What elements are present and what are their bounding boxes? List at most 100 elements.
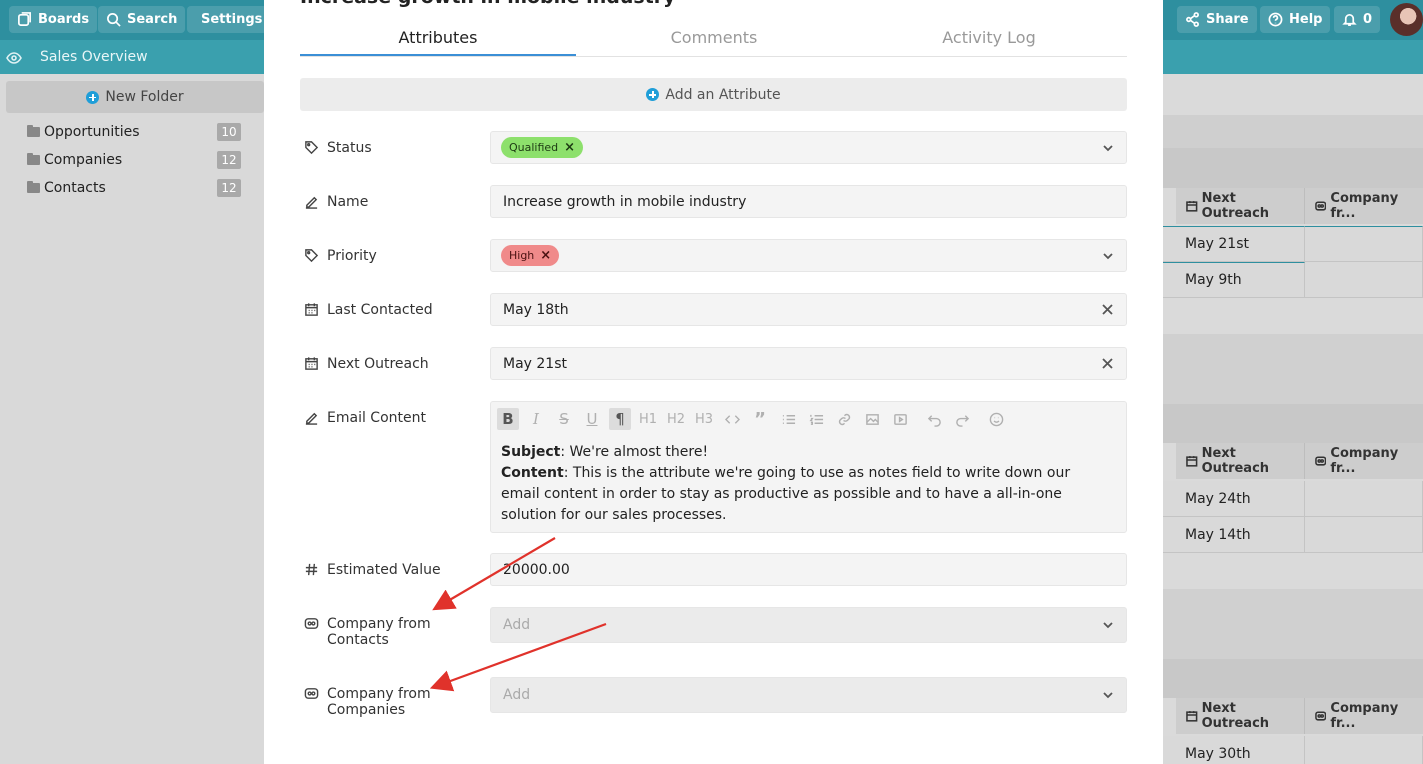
italic-icon[interactable]: I [525,408,547,430]
column-header-next-outreach[interactable]: Next Outreach [1176,443,1305,479]
remove-tag-icon[interactable]: × [540,248,551,263]
tab-comments[interactable]: Comments [576,28,852,47]
column-header-company[interactable]: Company fr... [1305,188,1423,224]
content-value: : This is the attribute we're going to u… [501,465,1071,523]
status-tag-label: Qualified [509,141,559,154]
email-content-text[interactable]: Subject: We're almost there! Content: Th… [501,442,1113,526]
clear-date-icon[interactable] [1101,357,1114,370]
image-icon[interactable] [861,408,883,430]
bold-icon[interactable]: B [497,408,519,430]
sidebar-item-opportunities[interactable]: Opportunities 10 [27,122,247,142]
link-record-icon [304,688,319,699]
calendar-icon [1186,456,1198,467]
bullet-list-icon[interactable] [777,408,799,430]
tab-activity-log[interactable]: Activity Log [851,28,1127,47]
pencil-icon [305,196,318,209]
chevron-down-icon[interactable] [1102,250,1114,262]
link-icon[interactable] [833,408,855,430]
name-label: Name [304,194,368,210]
priority-tag: High × [501,245,560,266]
column-header-company[interactable]: Company fr... [1305,698,1423,734]
remove-tag-icon[interactable]: × [564,140,575,155]
name-input[interactable]: Increase growth in mobile industry [490,185,1127,218]
strikethrough-icon[interactable]: S [553,408,575,430]
company-from-companies-select[interactable]: Add [490,677,1127,713]
company-from-contacts-select[interactable]: Add [490,607,1127,643]
heading-2-icon[interactable]: H2 [665,408,687,430]
help-button[interactable]: Help [1260,6,1331,33]
modal-tabs: Attributes Comments Activity Log [300,18,1127,57]
pencil-icon [305,412,318,425]
date-value: May 18th [503,301,569,318]
estimated-value-input[interactable]: 20000.00 [490,553,1127,586]
new-folder-button[interactable]: New Folder [6,81,264,113]
heading-1-icon[interactable]: H1 [637,408,659,430]
last-contacted-date[interactable]: May 18th [490,293,1127,326]
chevron-down-icon[interactable] [1102,689,1114,701]
content-key: Content [501,465,564,481]
ordered-list-icon[interactable] [805,408,827,430]
table-cell[interactable]: May 14th [1163,517,1305,553]
next-outreach-date[interactable]: May 21st [490,347,1127,380]
priority-select[interactable]: High × [490,239,1127,272]
table-cell[interactable] [1305,517,1423,553]
avatar[interactable] [1390,3,1423,36]
table-cell[interactable] [1305,262,1423,298]
field-label-text: Company from Contacts [327,616,431,648]
heading-3-icon[interactable]: H3 [693,408,715,430]
table-cell[interactable]: May 21st [1163,226,1305,262]
company-from-contacts-label: Company from Contacts [304,616,431,648]
table-cell[interactable]: May 24th [1163,481,1305,517]
sidebar-item-contacts[interactable]: Contacts 12 [27,178,247,198]
table-cell[interactable] [1305,226,1423,262]
notifications-button[interactable]: 0 [1334,6,1381,33]
undo-icon[interactable] [923,408,945,430]
table-cell[interactable] [1305,736,1423,764]
eye-icon[interactable] [6,50,22,64]
calendar-icon [1186,711,1198,722]
column-header-company[interactable]: Company fr... [1305,443,1423,479]
table-cell[interactable]: May 9th [1163,262,1305,298]
date-value: May 21st [503,355,567,372]
table-cell[interactable]: May 30th [1163,736,1305,764]
emoji-icon[interactable] [985,408,1007,430]
add-attribute-button[interactable]: Add an Attribute [300,78,1127,111]
clear-date-icon[interactable] [1101,303,1114,316]
table-cell[interactable] [1305,481,1423,517]
status-select[interactable]: Qualified × [490,131,1127,164]
link-record-icon [1315,711,1327,721]
tab-attributes[interactable]: Attributes [300,28,576,47]
status-label: Status [304,140,372,156]
link-record-icon [304,618,319,629]
paragraph-icon[interactable]: ¶ [609,408,631,430]
column-header-next-outreach[interactable]: Next Outreach [1176,698,1305,734]
field-label-text: Company from Companies [327,686,431,718]
sidebar-item-label: Contacts [44,180,106,196]
redo-icon[interactable] [951,408,973,430]
settings-button[interactable]: Settings [187,6,267,33]
boards-label: Boards [38,12,90,27]
share-button[interactable]: Share [1177,6,1257,33]
underline-icon[interactable]: U [581,408,603,430]
boards-button[interactable]: Boards [9,6,98,33]
search-icon [107,13,121,27]
code-icon[interactable] [721,408,743,430]
search-button[interactable]: Search [98,6,186,33]
quote-icon[interactable]: ” [749,408,771,430]
field-label-text: Email Content [327,410,426,426]
chevron-down-icon[interactable] [1102,142,1114,154]
link-record-icon [1315,201,1327,211]
record-detail-modal: Increase growth in mobile industry Attri… [264,0,1163,764]
column-header-next-outreach[interactable]: Next Outreach [1176,188,1305,224]
calendar-icon [1186,201,1198,212]
add-attribute-label: Add an Attribute [665,86,781,103]
tag-icon [305,141,319,155]
help-label: Help [1289,12,1323,27]
email-content-editor[interactable]: B I S U ¶ H1 H2 H3 ” Subject: We're almo… [490,401,1127,533]
sidebar-item-count: 12 [217,179,241,197]
chevron-down-icon[interactable] [1102,619,1114,631]
company-from-companies-label: Company from Companies [304,686,431,718]
video-icon[interactable] [889,408,911,430]
folder-icon [27,181,40,193]
sidebar-item-companies[interactable]: Companies 12 [27,150,247,170]
